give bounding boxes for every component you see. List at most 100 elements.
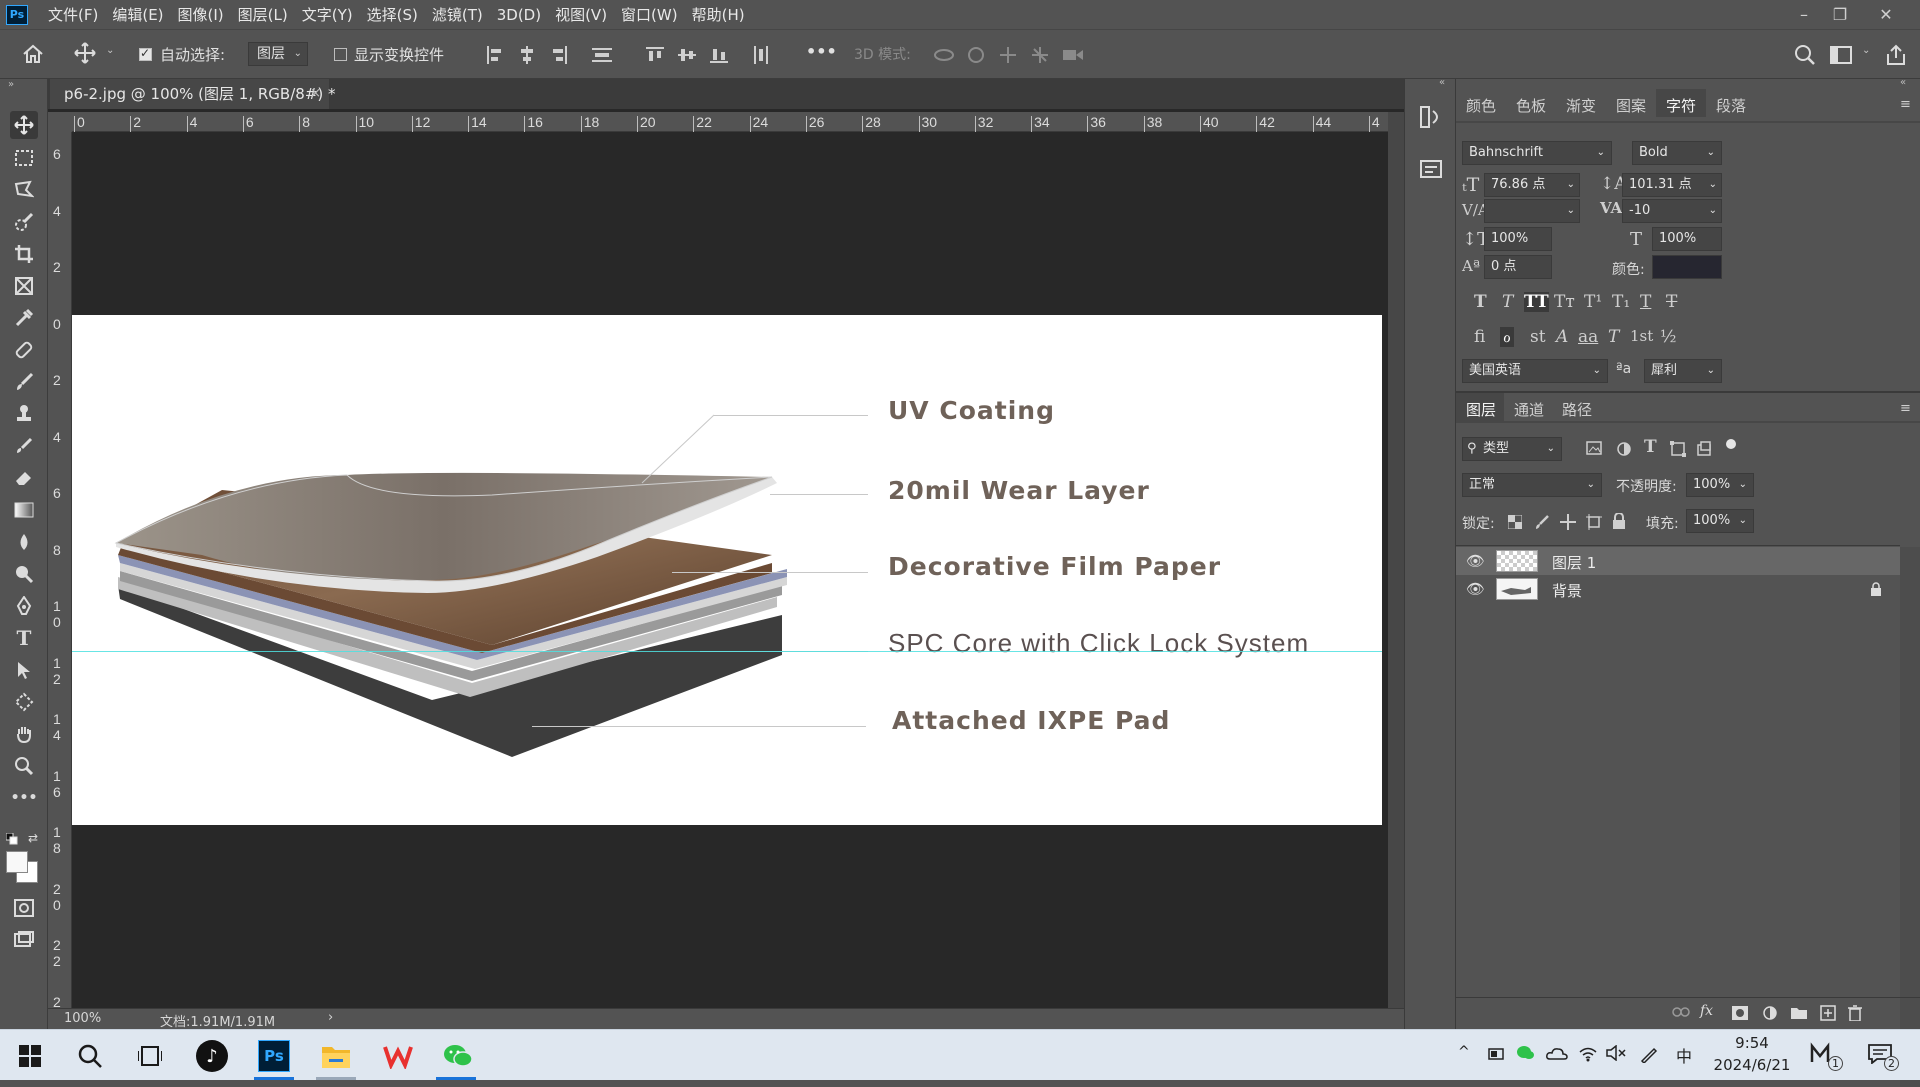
subscript-icon[interactable]: T₁ xyxy=(1612,292,1630,312)
distribute-icon[interactable] xyxy=(592,46,612,64)
tray-overflow-icon[interactable]: ^ xyxy=(1458,1044,1470,1060)
opacity-field[interactable]: 100% ⌄ xyxy=(1686,473,1754,497)
text-color-swatch[interactable] xyxy=(1652,255,1722,279)
lock-position-icon[interactable] xyxy=(1560,514,1576,530)
mask-icon[interactable] xyxy=(1732,1006,1748,1020)
tab-swatches[interactable]: 色板 xyxy=(1516,95,1546,116)
lock-transparency-icon[interactable] xyxy=(1508,515,1522,529)
properties-panel-icon[interactable] xyxy=(1419,157,1443,181)
workspace-icon[interactable] xyxy=(1830,46,1852,64)
layer-name[interactable]: 背景 xyxy=(1552,580,1582,601)
swap-colors-icon[interactable]: ⇄ xyxy=(28,831,38,845)
menu-3d[interactable]: 3D(D) xyxy=(497,6,541,24)
healing-brush-tool-button[interactable] xyxy=(10,336,38,364)
adjustment-icon[interactable] xyxy=(1762,1005,1778,1021)
status-menu-arrow[interactable]: › xyxy=(328,1010,333,1025)
lasso-tool-button[interactable] xyxy=(10,176,38,204)
foreground-color-swatch[interactable] xyxy=(6,851,28,873)
move-tool-button[interactable] xyxy=(10,111,38,139)
search-icon[interactable] xyxy=(1794,44,1816,66)
faux-italic-icon[interactable]: T xyxy=(1502,292,1513,312)
3d-camera-icon[interactable] xyxy=(1062,46,1084,64)
type-tool-icon[interactable]: T xyxy=(10,624,38,652)
ligatures-icon[interactable]: fi xyxy=(1474,327,1485,347)
home-icon[interactable] xyxy=(22,44,44,64)
align-right-icon[interactable] xyxy=(550,46,568,64)
move-tool-icon[interactable] xyxy=(74,42,96,64)
menu-file[interactable]: 文件(F) xyxy=(48,4,98,25)
filter-shape-icon[interactable] xyxy=(1670,441,1686,457)
menu-help[interactable]: 帮助(H) xyxy=(692,4,745,25)
menu-filter[interactable]: 滤镜(T) xyxy=(432,4,483,25)
fill-field[interactable]: 100% ⌄ xyxy=(1686,509,1754,533)
layer-name[interactable]: 图层 1 xyxy=(1552,552,1596,573)
horizontal-scale-field[interactable]: 100% xyxy=(1652,227,1722,251)
clock-date[interactable]: 2024/6/21 xyxy=(1704,1056,1800,1074)
volume-muted-icon[interactable] xyxy=(1606,1045,1626,1061)
distribute-vertical-icon[interactable] xyxy=(752,46,770,64)
frame-tool-button[interactable] xyxy=(10,272,38,300)
3d-roll-icon[interactable] xyxy=(966,46,986,64)
horizontal-ruler[interactable]: 0 2 4 6 8 10 12 14 16 18 20 22 24 26 28 30 32 34 36 38 40 42 4… xyxy=(72,112,1388,132)
align-bottom-icon[interactable] xyxy=(710,46,728,64)
filter-adjustment-icon[interactable] xyxy=(1616,441,1632,457)
photoshop-taskbar-icon[interactable]: Ps xyxy=(258,1040,290,1072)
superscript-icon[interactable]: T¹ xyxy=(1584,292,1602,312)
antialias-dropdown[interactable]: 犀利 ⌄ xyxy=(1644,359,1722,383)
chevron-down-icon[interactable]: ⌄ xyxy=(1862,45,1870,56)
fractions-icon[interactable]: ½ xyxy=(1660,327,1676,347)
tab-layers[interactable]: 图层 xyxy=(1466,399,1496,420)
wps-icon[interactable] xyxy=(380,1038,416,1074)
menu-view[interactable]: 视图(V) xyxy=(555,4,607,25)
align-center-icon[interactable] xyxy=(518,46,536,64)
default-colors-icon[interactable] xyxy=(6,833,18,845)
vertical-scrollbar[interactable] xyxy=(1388,112,1404,1008)
eyedropper-tool-button[interactable] xyxy=(10,304,38,332)
chevron-down-icon[interactable]: ⌄ xyxy=(106,45,114,56)
filter-toggle-icon[interactable] xyxy=(1726,439,1736,449)
blur-tool-button[interactable] xyxy=(10,528,38,556)
kerning-field[interactable]: ⌄ xyxy=(1484,199,1580,223)
layer-filter-dropdown[interactable]: ⚲ 类型 ⌄ xyxy=(1462,437,1562,461)
share-icon[interactable] xyxy=(1886,44,1906,66)
tab-patterns[interactable]: 图案 xyxy=(1616,95,1646,116)
eraser-tool-button[interactable] xyxy=(10,464,38,492)
document-tab[interactable]: p6-2.jpg @ 100% (图层 1, RGB/8#) * × xyxy=(50,79,336,109)
tracking-field[interactable]: -10 ⌄ xyxy=(1622,199,1722,223)
menu-layer[interactable]: 图层(L) xyxy=(238,4,288,25)
layer-row-2[interactable]: 👁 背景 xyxy=(1456,575,1900,603)
3d-slide-icon[interactable] xyxy=(1030,46,1050,64)
quick-select-tool-button[interactable] xyxy=(10,208,38,236)
eye-icon[interactable]: 👁 xyxy=(1466,552,1485,570)
zoom-level[interactable]: 100% xyxy=(64,1011,101,1026)
tab-paths[interactable]: 路径 xyxy=(1562,399,1592,420)
all-caps-icon[interactable]: TT xyxy=(1524,292,1549,312)
link-icon[interactable] xyxy=(1672,1006,1690,1018)
font-style-dropdown[interactable]: Bold ⌄ xyxy=(1632,141,1722,165)
vertical-scale-field[interactable]: 100% xyxy=(1484,227,1552,251)
lock-pixels-icon[interactable] xyxy=(1534,514,1550,530)
collapse-arrows-icon[interactable]: « xyxy=(1439,77,1445,88)
crop-tool-button[interactable] xyxy=(10,240,38,268)
tab-gradients[interactable]: 渐变 xyxy=(1566,95,1596,116)
collapse-arrows-icon[interactable]: « xyxy=(1900,77,1906,88)
history-panel-icon[interactable] xyxy=(1419,105,1443,129)
lock-artboard-icon[interactable] xyxy=(1586,514,1602,530)
marquee-tool-button[interactable] xyxy=(10,144,38,172)
menu-select[interactable]: 选择(S) xyxy=(367,4,418,25)
font-size-field[interactable]: 76.86 点 ⌄ xyxy=(1484,173,1580,197)
file-explorer-icon[interactable] xyxy=(318,1038,354,1074)
more-options-button[interactable]: ••• xyxy=(806,42,837,61)
ime-indicator[interactable]: 中 xyxy=(1676,1043,1692,1067)
layer-row-1[interactable]: 👁 图层 1 xyxy=(1456,547,1900,575)
align-middle-icon[interactable] xyxy=(678,46,696,64)
close-window-button[interactable]: ✕ xyxy=(1868,0,1904,29)
show-transform-checkbox[interactable] xyxy=(334,48,347,61)
history-brush-tool-button[interactable] xyxy=(10,432,38,460)
align-left-icon[interactable] xyxy=(486,46,504,64)
minimize-button[interactable]: – xyxy=(1786,0,1822,29)
filter-smartobject-icon[interactable] xyxy=(1696,441,1712,457)
group-icon[interactable] xyxy=(1790,1006,1808,1020)
blend-mode-dropdown[interactable]: 正常 ⌄ xyxy=(1462,473,1602,497)
align-top-icon[interactable] xyxy=(646,46,664,64)
